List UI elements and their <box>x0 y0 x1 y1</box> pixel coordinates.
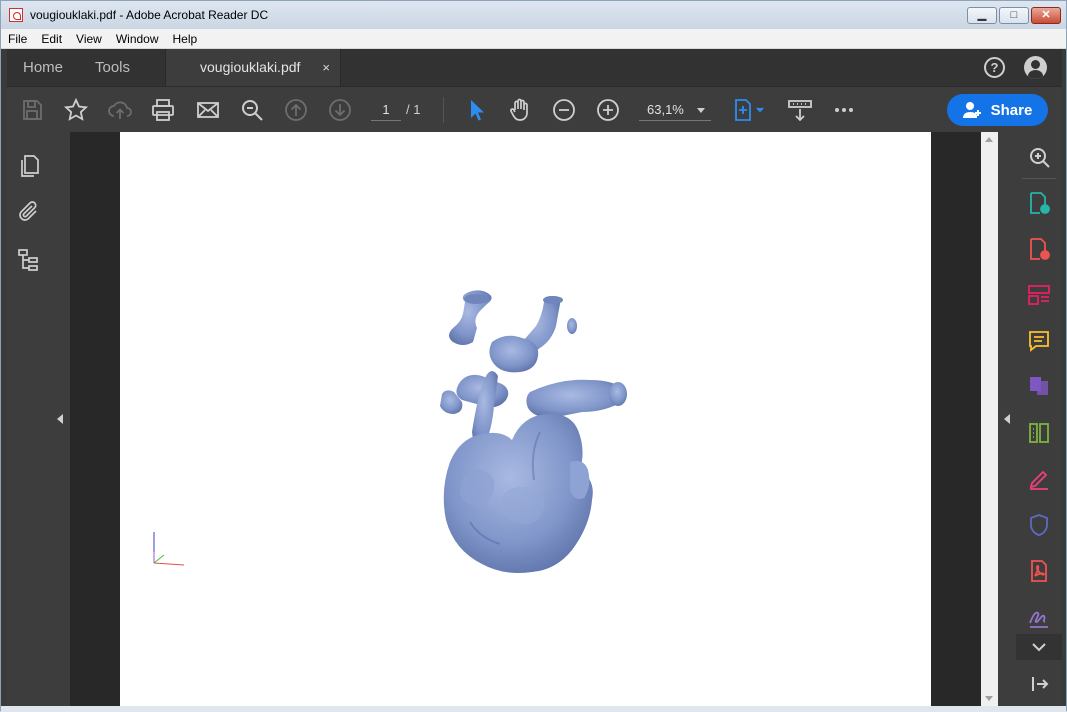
bottom-border <box>1 706 1066 712</box>
menu-view[interactable]: View <box>69 32 109 46</box>
menu-bar: File Edit View Window Help <box>1 29 1066 49</box>
page-number-input[interactable]: 1 <box>371 99 401 121</box>
bookmarks-icon[interactable] <box>17 248 41 272</box>
comment-icon[interactable] <box>1027 329 1051 353</box>
combine-files-icon[interactable] <box>1027 374 1051 398</box>
protect-icon[interactable] <box>1027 513 1051 537</box>
document-viewport[interactable] <box>70 132 981 706</box>
add-user-icon <box>962 102 981 118</box>
export-pdf-icon[interactable] <box>1027 191 1051 215</box>
axis-triad-icon <box>153 532 185 566</box>
pdf-page[interactable] <box>120 132 931 706</box>
search-zoom-icon[interactable] <box>239 97 265 123</box>
compress-icon[interactable] <box>1027 421 1051 445</box>
attachments-icon[interactable] <box>17 200 41 224</box>
close-icon: ✕ <box>1041 9 1051 21</box>
select-cursor-icon[interactable] <box>463 97 489 123</box>
close-button[interactable]: ✕ <box>1031 7 1061 24</box>
cloud-upload-icon[interactable] <box>107 97 133 123</box>
fit-page-icon[interactable] <box>731 97 767 123</box>
account-icon[interactable] <box>1024 56 1047 79</box>
right-tools-rail <box>1016 132 1062 706</box>
scroll-down-icon[interactable] <box>985 696 993 701</box>
help-icon[interactable]: ? <box>984 57 1005 78</box>
create-pdf-icon[interactable] <box>1027 237 1051 261</box>
expand-down-icon <box>1032 643 1046 652</box>
tab-tools[interactable]: Tools <box>95 49 130 86</box>
bookmark-star-icon[interactable] <box>63 97 89 123</box>
menu-file[interactable]: File <box>1 32 34 46</box>
app-window: vougiouklaki.pdf - Adobe Acrobat Reader … <box>0 0 1067 712</box>
share-button[interactable]: Share <box>947 94 1048 126</box>
maximize-icon: □ <box>1010 9 1018 21</box>
toolbar-divider <box>443 97 444 123</box>
title-bar: vougiouklaki.pdf - Adobe Acrobat Reader … <box>1 1 1066 29</box>
tab-bar: Home Tools vougiouklaki.pdf × ? <box>7 49 1062 86</box>
print-icon[interactable] <box>150 97 176 123</box>
chevron-left-icon <box>1004 414 1010 424</box>
toolbar: 1 / 1 63,1% Share <box>7 86 1062 132</box>
vertical-scrollbar[interactable] <box>981 132 998 706</box>
rail-divider <box>1022 178 1056 179</box>
zoom-level-select[interactable]: 63,1% <box>639 99 711 121</box>
minimize-icon: ▁ <box>977 9 987 21</box>
acrobat-app-icon <box>9 8 23 22</box>
email-icon[interactable] <box>195 97 221 123</box>
zoom-in-icon[interactable] <box>595 97 621 123</box>
more-options-icon[interactable] <box>831 97 857 123</box>
zoom-search-icon[interactable] <box>1027 145 1051 169</box>
menu-edit[interactable]: Edit <box>34 32 69 46</box>
share-label: Share <box>990 101 1033 119</box>
scroll-mode-icon[interactable] <box>787 97 813 123</box>
left-navigation-rail <box>7 132 52 706</box>
save-icon[interactable] <box>19 97 45 123</box>
window-controls: ▁ □ ✕ <box>967 7 1061 24</box>
chevron-left-icon <box>57 414 63 424</box>
left-panel-toggle[interactable] <box>52 132 70 706</box>
minimize-button[interactable]: ▁ <box>967 7 997 24</box>
zoom-out-icon[interactable] <box>551 97 577 123</box>
collapse-panel-icon[interactable] <box>1027 672 1051 696</box>
tab-home[interactable]: Home <box>23 49 63 86</box>
document-tab-label: vougiouklaki.pdf <box>200 59 301 75</box>
menu-help[interactable]: Help <box>166 32 205 46</box>
tab-document[interactable]: vougiouklaki.pdf × <box>165 49 341 86</box>
sign-icon[interactable] <box>1027 605 1051 629</box>
pages-icon[interactable] <box>17 154 41 178</box>
fill-sign-icon[interactable] <box>1027 467 1051 491</box>
hand-tool-icon[interactable] <box>507 97 533 123</box>
more-pdf-icon[interactable] <box>1027 559 1051 583</box>
3d-heart-model[interactable] <box>120 132 931 706</box>
chevron-down-icon <box>697 108 705 113</box>
rail-more-button[interactable] <box>1016 634 1062 660</box>
zoom-level-value: 63,1% <box>647 102 684 117</box>
scroll-up-icon[interactable] <box>985 137 993 142</box>
organize-pages-icon[interactable] <box>1027 283 1051 307</box>
maximize-button[interactable]: □ <box>999 7 1029 24</box>
close-tab-icon[interactable]: × <box>322 49 330 86</box>
page-total: / 1 <box>406 102 421 117</box>
next-page-icon[interactable] <box>327 97 353 123</box>
menu-window[interactable]: Window <box>109 32 166 46</box>
right-panel-toggle[interactable] <box>998 132 1016 706</box>
previous-page-icon[interactable] <box>283 97 309 123</box>
window-title: vougiouklaki.pdf - Adobe Acrobat Reader … <box>30 8 269 22</box>
